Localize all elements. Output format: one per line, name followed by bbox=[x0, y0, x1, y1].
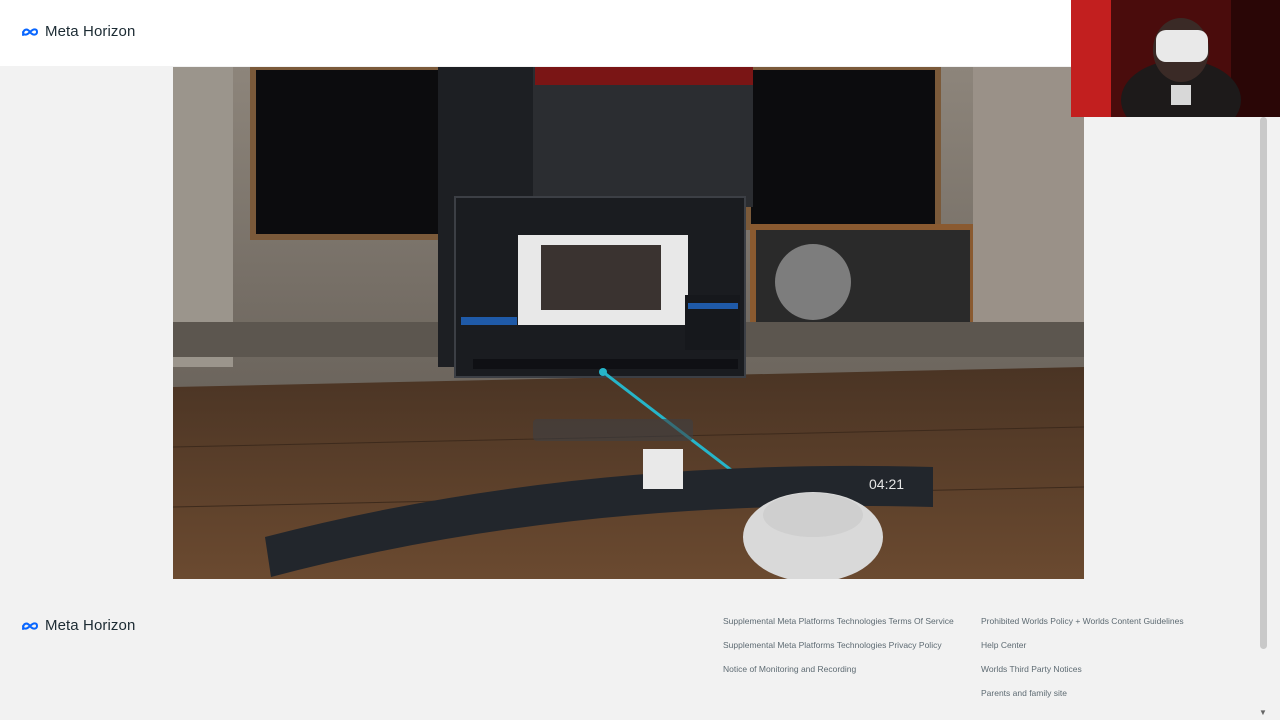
webcam-image bbox=[1071, 0, 1280, 117]
scroll-down-arrow-icon[interactable]: ▼ bbox=[1258, 708, 1268, 718]
meta-infinity-icon bbox=[22, 27, 39, 36]
vr-scene-frame bbox=[173, 67, 1084, 579]
prohibited-worlds-policy-link[interactable]: Prohibited Worlds Policy + Worlds Conten… bbox=[981, 615, 1184, 639]
terms-of-service-link[interactable]: Supplemental Meta Platforms Technologies… bbox=[723, 615, 954, 639]
privacy-policy-link[interactable]: Supplemental Meta Platforms Technologies… bbox=[723, 639, 954, 663]
meta-infinity-icon bbox=[22, 621, 39, 630]
third-party-notices-link[interactable]: Worlds Third Party Notices bbox=[981, 663, 1184, 687]
monitoring-notice-link[interactable]: Notice of Monitoring and Recording bbox=[723, 663, 954, 687]
vr-clock: 04:21 bbox=[869, 476, 905, 492]
parents-family-site-link[interactable]: Parents and family site bbox=[981, 687, 1184, 711]
scrollbar-thumb[interactable] bbox=[1260, 117, 1267, 649]
meta-horizon-logo[interactable]: Meta Horizon bbox=[21, 23, 135, 40]
footer-meta-horizon-logo[interactable]: Meta Horizon bbox=[21, 617, 135, 634]
footer-links-column-2: Prohibited Worlds Policy + Worlds Conten… bbox=[981, 615, 1184, 711]
footer-links-column-1: Supplemental Meta Platforms Technologies… bbox=[723, 615, 954, 687]
footer-brand-name: Meta Horizon bbox=[45, 617, 136, 634]
video-player[interactable]: 04:21 bbox=[173, 67, 1084, 579]
brand-name: Meta Horizon bbox=[45, 23, 136, 40]
help-center-link[interactable]: Help Center bbox=[981, 639, 1184, 663]
streamer-webcam-overlay bbox=[1071, 0, 1280, 117]
